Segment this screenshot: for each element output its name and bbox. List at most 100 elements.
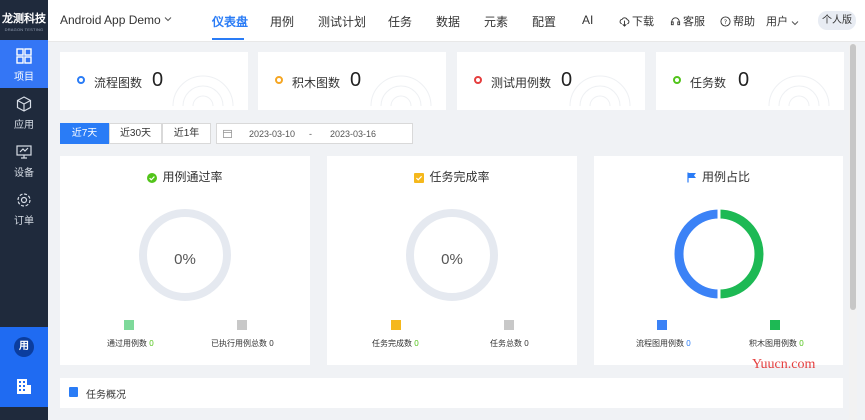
legend-swatch-total — [504, 320, 514, 330]
chevron-down-icon — [791, 21, 799, 26]
report-button[interactable] — [0, 367, 48, 407]
sidebar-item-label: 设备 — [14, 168, 34, 179]
legend-swatch-block-cases — [770, 320, 780, 330]
monitor-icon — [16, 145, 32, 159]
sidebar-item-order[interactable]: 订单 — [0, 184, 48, 232]
brand-logo: 龙测科技 DRAGON TESTING — [0, 0, 48, 38]
stat-value: 0 — [152, 69, 164, 91]
panel-title: 用例通过率 — [60, 168, 310, 185]
download-button[interactable]: 下载 — [619, 13, 654, 29]
customer-service-button[interactable]: 客服 — [670, 13, 705, 29]
sidebar-item-device[interactable]: 设备 — [0, 136, 48, 184]
svg-text:?: ? — [724, 18, 727, 26]
cloud-download-icon — [619, 17, 630, 27]
legend-passed: 通过用例数 0 — [107, 339, 154, 348]
panel-title: 用例占比 — [594, 168, 843, 185]
panel-title: 任务完成率 — [327, 168, 577, 185]
orange-dot-icon — [275, 76, 283, 84]
legend-swatch-executed — [237, 320, 247, 330]
nav-ai[interactable]: AI — [582, 13, 593, 27]
stat-card-tasks: 任务数 0 — [656, 52, 844, 110]
sidebar-item-label: 订单 — [14, 216, 34, 227]
flag-icon — [687, 172, 696, 183]
date-range-picker[interactable]: 2023-03-10 - 2023-03-16 — [216, 123, 413, 144]
help-icon: ? — [720, 16, 731, 27]
chevron-down-icon — [164, 17, 172, 22]
legend-swatch-passed — [124, 320, 134, 330]
panel-pass-rate: 用例通过率 0% 通过用例数 0 已执行用例总数 0 — [60, 156, 310, 365]
nav-elements[interactable]: 元素 — [484, 13, 508, 30]
range-1-year-button[interactable]: 近1年 — [162, 123, 211, 144]
sidebar-item-label: 项目 — [14, 72, 34, 83]
stat-card-blocks: 积木图数 0 — [258, 52, 446, 110]
cube-icon — [16, 96, 32, 112]
section-title: 任务概况 — [86, 390, 126, 401]
check-circle-icon — [147, 173, 158, 183]
stat-label: 测试用例数 — [491, 76, 552, 90]
task-rate-percent: 0% — [441, 251, 463, 268]
legend-swatch-completed — [391, 320, 401, 330]
vertical-scrollbar[interactable] — [849, 44, 857, 420]
project-selector[interactable]: Android App Demo — [60, 13, 172, 27]
user-menu[interactable]: 用户 — [766, 13, 801, 29]
building-icon — [17, 379, 31, 394]
stat-label: 积木图数 — [292, 76, 341, 90]
legend-flowchart-cases: 流程图用例数 0 — [636, 339, 691, 348]
sidebar: 龙测科技 DRAGON TESTING 项目 应用 设备 订单 用 — [0, 0, 48, 420]
legend-block-cases: 积木图用例数 0 — [749, 339, 804, 348]
sidebar-item-project[interactable]: 项目 — [0, 40, 48, 88]
brand-subtitle: DRAGON TESTING — [4, 27, 44, 32]
range-7-days-button[interactable]: 近7天 — [60, 123, 109, 144]
ratio-slice-flowchart — [674, 209, 720, 299]
project-name: Android App Demo — [60, 13, 161, 27]
date-start: 2023-03-10 — [249, 129, 296, 139]
scrollbar-thumb[interactable] — [850, 44, 856, 310]
task-overview-section: 任务概况 — [60, 378, 843, 408]
headset-icon — [670, 17, 681, 26]
date-separator: - — [309, 129, 312, 139]
gear-icon — [17, 193, 31, 207]
legend-completed: 任务完成数 0 — [372, 339, 419, 348]
decorative-arc-icon — [172, 75, 234, 106]
decorative-arc-icon — [569, 75, 631, 106]
top-bar: Android App Demo 仪表盘 用例 测试计划 任务 数据 元素 配置… — [48, 0, 865, 42]
sidebar-item-label: 应用 — [14, 120, 34, 131]
panel-task-completion: 任务完成率 0% 任务完成数 0 任务总数 0 — [327, 156, 577, 365]
grid-icon — [16, 48, 32, 64]
stat-card-flowcharts: 流程图数 0 — [60, 52, 248, 110]
stat-card-test-cases: 测试用例数 0 — [457, 52, 645, 110]
calendar-icon — [223, 129, 232, 138]
decorative-arc-icon — [768, 75, 830, 106]
personal-edition-badge[interactable]: 个人版 — [818, 11, 856, 30]
case-ratio-donut — [674, 208, 764, 300]
document-icon — [69, 387, 78, 397]
help-button[interactable]: ? 帮助 — [720, 13, 755, 29]
legend-executed: 已执行用例总数 0 — [211, 339, 274, 348]
panel-case-ratio: 用例占比 流程图用例数 0 积木图用例数 0 — [594, 156, 843, 365]
legend-swatch-flowchart-cases — [657, 320, 667, 330]
stat-value: 0 — [350, 69, 362, 91]
sidebar-item-app[interactable]: 应用 — [0, 88, 48, 136]
checkbox-icon — [414, 173, 425, 183]
nav-config[interactable]: 配置 — [532, 13, 556, 30]
red-dot-icon — [474, 76, 482, 84]
range-30-days-button[interactable]: 近30天 — [109, 123, 162, 144]
decorative-arc-icon — [370, 75, 432, 106]
stat-label: 任务数 — [690, 76, 727, 90]
nav-test-plan[interactable]: 测试计划 — [318, 13, 366, 30]
stat-value: 0 — [738, 69, 750, 91]
nav-cases[interactable]: 用例 — [270, 13, 294, 30]
user-avatar-button[interactable]: 用 — [0, 327, 48, 367]
nav-tasks[interactable]: 任务 — [388, 13, 412, 30]
watermark: Yuucn.com — [752, 357, 816, 372]
date-end: 2023-03-16 — [330, 129, 377, 139]
stat-label: 流程图数 — [94, 76, 143, 90]
nav-data[interactable]: 数据 — [436, 13, 460, 30]
nav-active-indicator — [212, 38, 244, 40]
blue-dot-icon — [77, 76, 85, 84]
pass-rate-percent: 0% — [174, 251, 196, 268]
avatar: 用 — [14, 337, 34, 357]
nav-dashboard[interactable]: 仪表盘 — [212, 13, 248, 30]
ratio-slice-blocks — [718, 209, 764, 299]
green-dot-icon — [673, 76, 681, 84]
